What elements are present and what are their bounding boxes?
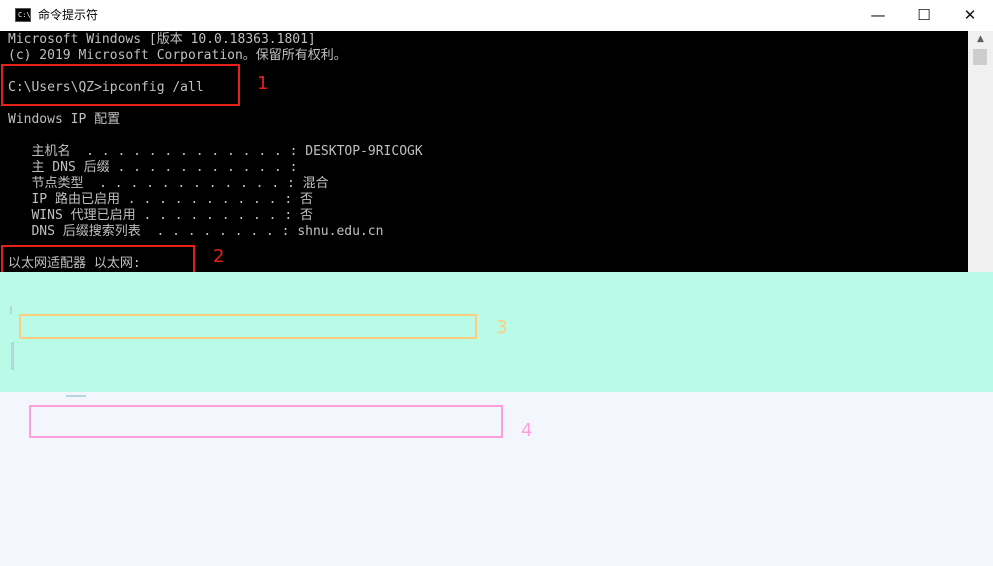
cmd-window: C:\ 命令提示符 — ☐ ✕ Microsoft Windows [版本 10… xyxy=(0,0,993,272)
maximize-button[interactable]: ☐ xyxy=(901,0,947,31)
annotation-box-1 xyxy=(1,64,240,106)
console-line: DNS 后缀搜索列表 . . . . . . . . : shnu.edu.cn xyxy=(8,224,384,239)
close-button[interactable]: ✕ xyxy=(947,0,993,31)
faint-mark xyxy=(11,342,14,370)
annotation-box-4 xyxy=(29,405,503,438)
scroll-thumb[interactable] xyxy=(973,49,987,65)
console-line: Microsoft Windows [版本 10.0.18363.1801] xyxy=(8,32,316,47)
scroll-up-icon[interactable]: ▲ xyxy=(968,31,993,48)
console-line: Windows IP 配置 xyxy=(8,112,121,127)
window-title: 命令提示符 xyxy=(38,8,99,22)
faint-mark xyxy=(66,395,86,397)
annotation-number-4: 4 xyxy=(521,420,533,441)
console-line: 节点类型 . . . . . . . . . . . . : 混合 xyxy=(8,176,329,191)
console-line: 主 DNS 后缀 . . . . . . . . . . . : xyxy=(8,160,298,175)
annotation-number-2: 2 xyxy=(213,246,225,267)
console-line: IP 路由已启用 . . . . . . . . . . : 否 xyxy=(8,192,313,207)
annotation-box-3 xyxy=(19,314,477,339)
annotation-number-1: 1 xyxy=(257,73,269,94)
console-line: 主机名 . . . . . . . . . . . . . : DESKTOP-… xyxy=(8,144,423,159)
faint-mark xyxy=(10,306,12,314)
console-line: (c) 2019 Microsoft Corporation。保留所有权利。 xyxy=(8,48,347,63)
minimize-button[interactable]: — xyxy=(855,0,901,31)
title-bar[interactable]: C:\ 命令提示符 — ☐ ✕ xyxy=(0,0,993,31)
annotation-number-3: 3 xyxy=(496,317,508,338)
vertical-scrollbar[interactable]: ▲ xyxy=(968,31,993,272)
cmd-app-icon[interactable]: C:\ xyxy=(15,8,31,22)
console-line: WINS 代理已启用 . . . . . . . . . : 否 xyxy=(8,208,313,223)
